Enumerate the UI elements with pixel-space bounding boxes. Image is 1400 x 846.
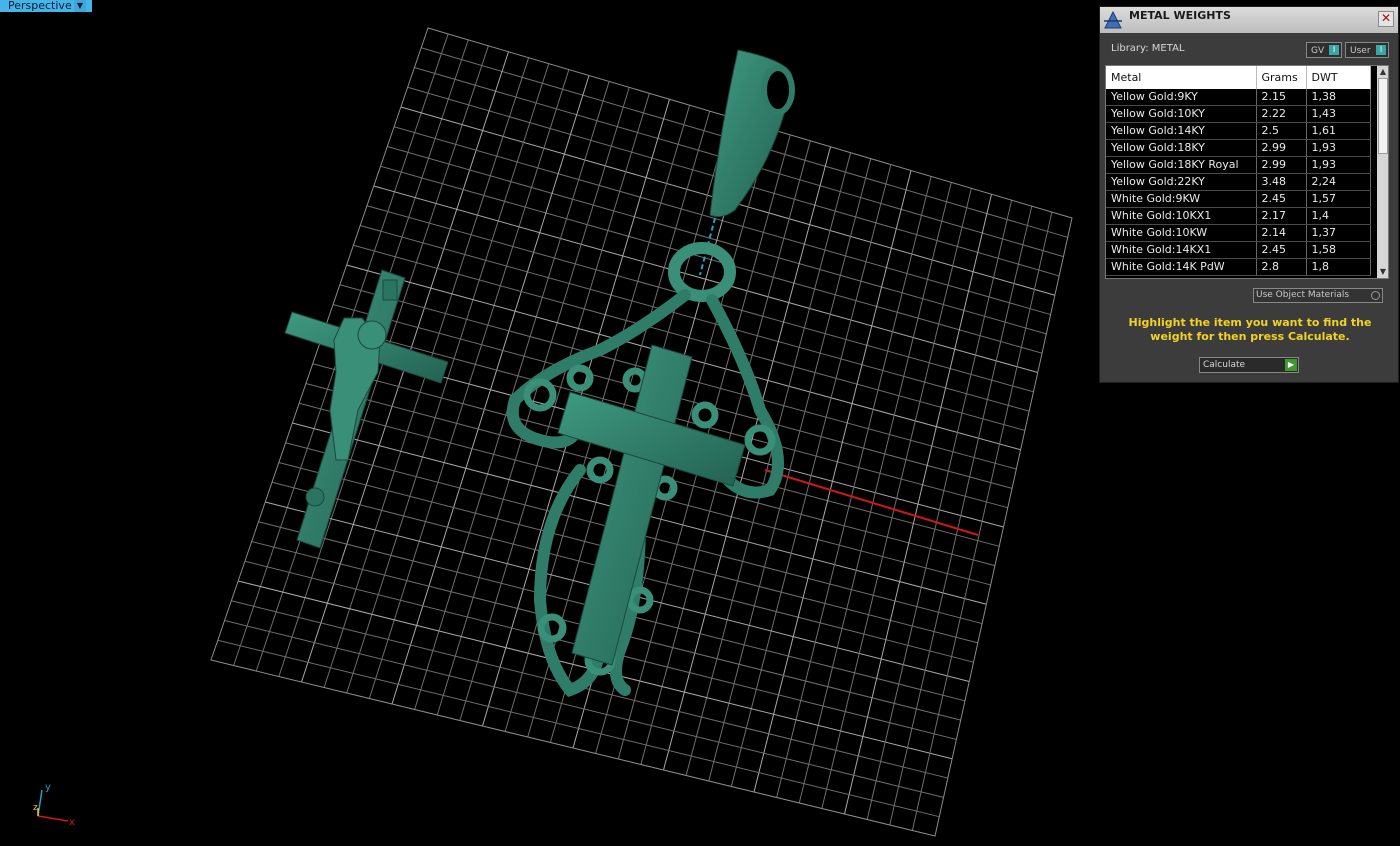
table-row[interactable]: White Gold:14K PdW 2.8 1,8 (1106, 258, 1371, 276)
scale-logo-icon (1104, 10, 1122, 29)
metal-cell: Yellow Gold:9KY (1106, 89, 1257, 106)
grid-line (798, 182, 952, 804)
dwt-cell: 1,43 (1306, 105, 1371, 123)
metal-cell: Yellow Gold:18KY (1106, 139, 1257, 157)
dwt-cell: 1,8 (1306, 258, 1371, 276)
radio-icon[interactable] (1371, 291, 1380, 300)
grams-cell: 2.8 (1256, 258, 1307, 276)
column-header-grams[interactable]: Grams (1256, 66, 1307, 89)
grid-line (844, 194, 992, 815)
panel-header[interactable]: METAL WEIGHTS ✕ (1100, 7, 1398, 33)
bail-model[interactable] (709, 49, 795, 218)
grams-cell: 3.48 (1256, 173, 1307, 191)
table-row[interactable]: White Gold:10KW 2.14 1,37 (1106, 224, 1371, 242)
metal-cell: White Gold:9KW (1106, 190, 1257, 208)
panel-title: METAL WEIGHTS (1129, 9, 1231, 22)
gv-toggle-icon: I (1329, 45, 1339, 55)
play-arrow-icon: ▶ (1285, 359, 1297, 371)
dwt-cell: 1,37 (1306, 224, 1371, 242)
gizmo-x-line (37, 815, 69, 822)
table-row[interactable]: White Gold:10KX1 2.17 1,4 (1106, 207, 1371, 225)
grams-cell: 2.22 (1256, 105, 1307, 123)
close-icon[interactable]: ✕ (1378, 11, 1394, 27)
table-row[interactable]: Yellow Gold:14KY 2.5 1,61 (1106, 122, 1371, 140)
grams-cell: 2.14 (1256, 224, 1307, 242)
dwt-cell: 1,38 (1306, 89, 1371, 106)
dwt-cell: 1,61 (1306, 122, 1371, 140)
gizmo-y-label: y (45, 782, 51, 793)
grams-cell: 2.17 (1256, 207, 1307, 225)
dwt-cell: 2,24 (1306, 173, 1371, 191)
use-object-materials-option[interactable]: Use Object Materials (1253, 288, 1383, 303)
gv-toggle-label: GV (1311, 46, 1325, 56)
metal-weights-panel: METAL WEIGHTS ✕ Library: METAL GV I User… (1099, 6, 1399, 383)
dwt-cell: 1,93 (1306, 139, 1371, 157)
gv-toggle-button[interactable]: GV I (1306, 42, 1342, 58)
user-toggle-icon: I (1376, 45, 1386, 55)
table-row[interactable]: Yellow Gold:18KY 2.99 1,93 (1106, 139, 1371, 157)
ornate-cross-model[interactable] (506, 242, 784, 697)
gizmo-x-label: x (69, 817, 75, 828)
grams-cell: 2.15 (1256, 89, 1307, 106)
metal-cell: White Gold:14K PdW (1106, 258, 1257, 276)
grid-line (866, 200, 1013, 820)
dwt-cell: 1,4 (1306, 207, 1371, 225)
grams-cell: 2.99 (1256, 156, 1307, 174)
dwt-cell: 1,93 (1306, 156, 1371, 174)
table-scrollbar[interactable]: ▲ ▼ (1377, 66, 1388, 278)
axis-gizmo: x y z (33, 782, 75, 828)
library-label: Library: METAL (1111, 43, 1185, 54)
grams-cell: 2.5 (1256, 122, 1307, 140)
metal-cell: White Gold:10KX1 (1106, 207, 1257, 225)
calculate-button[interactable]: Calculate ▶ (1199, 357, 1299, 373)
metal-cell: Yellow Gold:18KY Royal (1106, 156, 1257, 174)
column-header-dwt[interactable]: DWT (1306, 66, 1371, 89)
grams-cell: 2.99 (1256, 139, 1307, 157)
gizmo-z-label: z (33, 803, 38, 813)
metal-cell: White Gold:10KW (1106, 224, 1257, 242)
user-toggle-button[interactable]: User I (1345, 42, 1389, 58)
metal-cell: Yellow Gold:10KY (1106, 105, 1257, 123)
use-object-materials-label: Use Object Materials (1256, 290, 1350, 300)
viewport-dropdown-icon[interactable]: ▼ (74, 0, 86, 12)
metal-cell: White Gold:14KX1 (1106, 241, 1257, 259)
scroll-down-icon[interactable]: ▼ (1377, 266, 1388, 278)
grams-cell: 2.45 (1256, 190, 1307, 208)
table-row[interactable]: Yellow Gold:22KY 3.48 2,24 (1106, 173, 1371, 191)
calculate-label: Calculate (1203, 360, 1246, 370)
scroll-up-icon[interactable]: ▲ (1377, 66, 1388, 78)
metal-table[interactable]: Metal Grams DWT Yellow Gold:9KY 2.15 1,38 Y… (1105, 65, 1389, 279)
table-row[interactable]: Yellow Gold:18KY Royal 2.99 1,93 (1106, 156, 1371, 174)
instruction-text: Highlight the item you want to find the … (1128, 316, 1372, 343)
user-toggle-label: User (1350, 46, 1371, 56)
table-row[interactable]: Yellow Gold:10KY 2.22 1,43 (1106, 105, 1371, 123)
column-header-metal[interactable]: Metal (1106, 66, 1257, 89)
grams-cell: 2.45 (1256, 241, 1307, 259)
table-header-row: Metal Grams DWT (1106, 66, 1371, 89)
grid-line (821, 188, 972, 809)
table-row[interactable]: White Gold:9KW 2.45 1,57 (1106, 190, 1371, 208)
dwt-cell: 1,57 (1306, 190, 1371, 208)
scroll-thumb[interactable] (1378, 78, 1388, 154)
grid-line (730, 164, 892, 787)
dwt-cell: 1,58 (1306, 241, 1371, 259)
grid-line (776, 176, 932, 798)
metal-cell: Yellow Gold:22KY (1106, 173, 1257, 191)
table-row[interactable]: Yellow Gold:9KY 2.15 1,38 (1106, 89, 1371, 106)
table-row[interactable]: White Gold:14KX1 2.45 1,58 (1106, 241, 1371, 259)
metal-cell: Yellow Gold:14KY (1106, 122, 1257, 140)
